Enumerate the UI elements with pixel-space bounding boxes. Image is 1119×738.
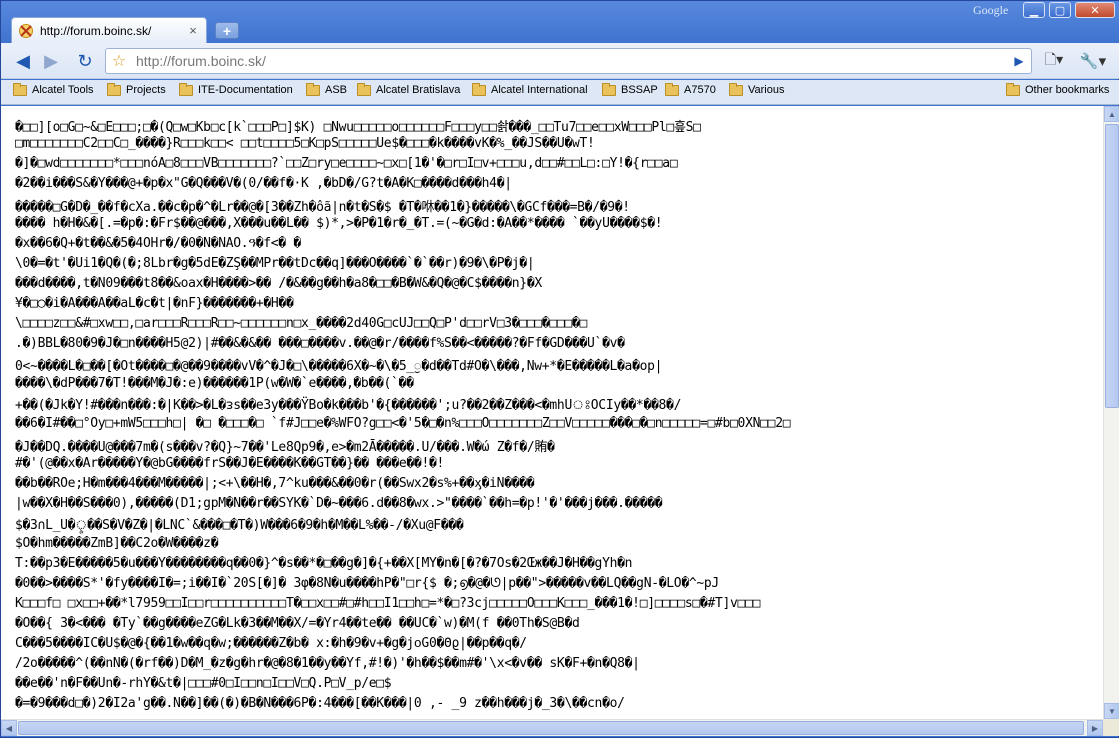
minimize-button[interactable]: ▁	[1023, 2, 1045, 18]
bookmark-label: Alcatel Bratislava	[376, 84, 461, 96]
scroll-right-arrow-icon[interactable]: ▶	[1087, 720, 1103, 736]
forward-arrow-icon: ▶	[44, 50, 58, 71]
garbled-text-line: $�3∩L_U�ৢ��S�V�Z�|�LNC`&���□�T�)W���6�9�…	[15, 518, 464, 533]
go-icon[interactable]: ▶	[1007, 54, 1031, 68]
garbled-text-line: +��(�Jk�Y!#���n���:�|K��>�L�ᴈs��e3y���ŸB…	[15, 398, 682, 413]
garbled-text-line: \0�=�t'�Ui1�Q�(�;8Lbr�g�5dE�ZŞ��MPr��tDc…	[15, 256, 535, 271]
page-content: �□□][o□G□~&□E□□□;□�(Q□w□Kb□c[k`□□□P□]$K)…	[1, 106, 1103, 719]
folder-icon	[13, 82, 27, 96]
address-bar[interactable]: ☆ http://forum.boinc.sk/ ▶	[105, 48, 1032, 74]
scrollbar-corner	[1103, 719, 1119, 736]
folder-icon	[107, 82, 121, 96]
folder-icon	[472, 82, 486, 96]
garbled-text-line: |w��X�H��S���0),�����(D1;gpM�N��r��SYK�`…	[15, 496, 663, 511]
bookmark-label: ITE-Documentation	[198, 84, 293, 96]
forward-button[interactable]: ▶	[39, 49, 63, 73]
page-icon: 🗋▾	[1044, 51, 1064, 67]
browser-window: http://forum.boinc.sk/ × + Google ▁ ▢ ✕ …	[0, 0, 1119, 738]
close-window-button[interactable]: ✕	[1075, 2, 1115, 18]
favicon-icon	[18, 23, 34, 39]
folder-icon	[1006, 82, 1020, 96]
bookmark-star-icon[interactable]: ☆	[106, 51, 132, 71]
new-tab-button[interactable]: +	[215, 22, 239, 39]
folder-icon	[306, 82, 320, 96]
bookmark-folder-alcatel-bratislava[interactable]: Alcatel Bratislava	[357, 82, 461, 96]
bookmark-folder-bssap[interactable]: BSSAP	[602, 82, 658, 96]
horizontal-scroll-thumb[interactable]	[18, 721, 1084, 735]
scroll-up-arrow-icon[interactable]: ▲	[1104, 106, 1119, 122]
close-tab-icon[interactable]: ×	[186, 23, 200, 38]
other-bookmarks[interactable]: Other bookmarks	[1006, 82, 1110, 96]
garbled-text-line: ����\�dP���7�T!���M�J�:e)������1P(w�W�`e…	[15, 376, 414, 391]
google-brand: Google	[973, 3, 1009, 17]
garbled-text-line: �J��DQ.����U@���7m�(s���v?�Q}~7��'Le8Qp9…	[15, 440, 555, 455]
garbled-text-line: $O�hm�����ZmB]��C2o�W����z�	[15, 536, 219, 551]
garbled-text-line: �0��>����S*'�fy����I�=;i��I�`20Ŝ[�]� 3φ�…	[15, 576, 719, 591]
garbled-text-line: �=�9���d□�)2�I2a'g��.N��]��(�)�B�N���6P�…	[15, 696, 625, 711]
garbled-text-line: \□□□□z□□&#□xw□□,□ar□□□R□□□R□□~□□□□□□n□x_…	[15, 316, 588, 331]
garbled-text-line: �□□][o□G□~&□E□□□;□�(Q□w□Kb□c[k`□□□P□]$K)…	[15, 120, 701, 135]
bookmark-folder-alcatel-tools[interactable]: Alcatel Tools	[13, 82, 94, 96]
back-button[interactable]: ◀	[11, 49, 35, 73]
bookmark-folder-asb[interactable]: ASB	[306, 82, 348, 96]
folder-icon	[357, 82, 371, 96]
bookmark-folder-various[interactable]: Various	[729, 82, 785, 96]
garbled-text-line: K□□□f□ □x□□+��*l7959□□I□□r□□□□□□□□□□T�□□…	[15, 596, 761, 611]
bookmarks-bar: Alcatel Tools Projects ITE-Documentation…	[1, 80, 1119, 105]
bookmark-folder-alcatel-international[interactable]: Alcatel International	[472, 82, 588, 96]
garbled-text-line: ¥�□◯�i�A���A��aL�c�t|�nF}�������+�H��	[15, 296, 294, 311]
bookmark-label: Alcatel Tools	[32, 84, 94, 96]
garbled-text-line: �2��i���S&�Y���@+�p�x"G�Q���V�(0/��f�·K …	[15, 176, 512, 191]
title-bar: http://forum.boinc.sk/ × + Google ▁ ▢ ✕	[1, 1, 1119, 43]
scroll-down-arrow-icon[interactable]: ▼	[1104, 703, 1119, 719]
garbled-text-line: ��e��'n�F��Un�-rhY�&t�|□□□#0□I□□n□I□□V□Q…	[15, 676, 392, 691]
toolbar: ◀ ▶ ↻ ☆ http://forum.boinc.sk/ ▶ 🗋▾ 🔧▾	[1, 43, 1119, 79]
garbled-text-line: ���� h�H�&�[.=�p�:�Fr$��@���,X���u��L�� …	[15, 216, 663, 231]
bookmark-label: Alcatel International	[491, 84, 588, 96]
bookmark-label: A7570	[684, 84, 716, 96]
garbled-text-line: .�)BBL�80�9�J�□n����H5@2)|#��&�&�� ���□�…	[15, 336, 625, 351]
folder-icon	[179, 82, 193, 96]
garbled-text-line: T:��p3�E�����5�u���Y��������q��0�}^�s��*…	[15, 556, 633, 571]
vertical-scrollbar[interactable]: ▲ ▼	[1103, 106, 1119, 719]
tab-forum-boinc[interactable]: http://forum.boinc.sk/ ×	[11, 17, 207, 43]
back-arrow-icon: ◀	[16, 50, 30, 71]
bookmark-label: ASB	[325, 84, 348, 96]
folder-icon	[602, 82, 616, 96]
other-bookmarks-label: Other bookmarks	[1025, 84, 1110, 96]
garbled-text-line: #�'(@��x�Ar�����Y�@bG����frS��J�E����K��…	[15, 456, 445, 471]
wrench-menu-button[interactable]: 🔧▾	[1075, 51, 1111, 71]
bookmark-label: Projects	[126, 84, 166, 96]
garbled-text-line: ��b��ROe;H�m���4���M�����|;<+\��H�,7^ku�…	[15, 476, 535, 491]
folder-icon	[665, 82, 679, 96]
garbled-text-line: □m□□□□□□□C2□□C□_����}R□□□k□□< □□t□□□□5□K…	[15, 136, 595, 151]
bookmark-label: BSSAP	[621, 84, 658, 96]
wrench-icon: 🔧▾	[1079, 53, 1107, 70]
garbled-text-line: �O��{ 3�<��� �Ty`��g����eZG�Lk�3��M��X/=…	[15, 616, 580, 631]
folder-icon	[729, 82, 743, 96]
garbled-text-line: 0<~����L�□��[�Ot����□�@��9����vV�^�J�□\�…	[15, 359, 663, 374]
garbled-text-line: /2o�����^(��nN�(�rf��)D�M_�z�g�hr�@�8�1�…	[15, 656, 640, 671]
scroll-left-arrow-icon[interactable]: ◀	[1, 720, 17, 736]
garbled-text-line: ���d����,t�N09���t8��&oax�H����>�� /�&��…	[15, 276, 542, 291]
bookmark-label: Various	[748, 84, 785, 96]
garbled-text-line: �x��6�Q+�t��&�5�4OHr�/�0�N�NĀÕ.ዓ�f<� �	[15, 236, 301, 251]
reload-button[interactable]: ↻	[73, 49, 97, 73]
url-input[interactable]: http://forum.boinc.sk/	[132, 53, 1007, 69]
garbled-text-line: ��6�I#��□°Oy□+mW5□□□h□| �□ �□□□�□ `f#J□□…	[15, 416, 791, 431]
vertical-scroll-thumb[interactable]	[1105, 124, 1119, 408]
tab-title: http://forum.boinc.sk/	[40, 23, 152, 38]
garbled-text-line: �]�□wd□□□□□□□*□□□nóA□8□□□VB□□□□□□□?`□□Z□…	[15, 156, 678, 171]
page-menu-button[interactable]: 🗋▾	[1039, 51, 1069, 71]
bookmark-folder-projects[interactable]: Projects	[107, 82, 166, 96]
bookmark-folder-a7570[interactable]: A7570	[665, 82, 716, 96]
garbled-text-line: C���5����IC�U$�@�{��1�w��q�w;������Z�b� …	[15, 636, 527, 651]
garbled-text-line: �����□G�D�_��f�cXa.��c�p�^�Lr��@�[3��Zh�…	[15, 200, 630, 215]
maximize-button[interactable]: ▢	[1049, 2, 1071, 18]
bookmark-folder-ite-documentation[interactable]: ITE-Documentation	[179, 82, 293, 96]
horizontal-scrollbar[interactable]: ◀ ▶	[1, 719, 1103, 736]
reload-icon: ↻	[77, 50, 93, 71]
